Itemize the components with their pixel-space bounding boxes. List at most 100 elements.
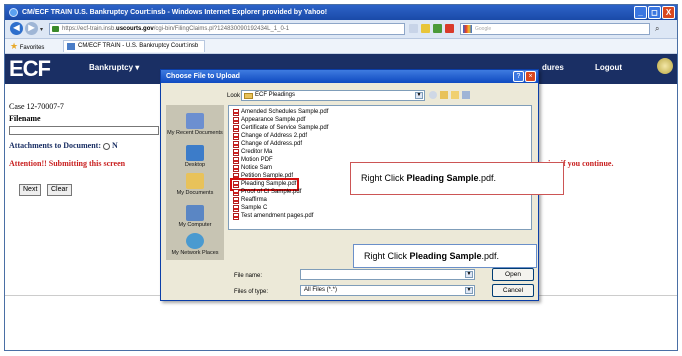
pdf-file-icon [233, 109, 239, 116]
pdf-file-icon [233, 189, 239, 196]
pdf-file-icon [233, 157, 239, 164]
places-bar: My Recent Documents Desktop My Documents… [166, 105, 224, 260]
pdf-file-icon [233, 213, 239, 220]
callout-suffix: .pdf. [481, 251, 500, 261]
lock-status-icon[interactable] [421, 24, 430, 33]
ecf-logo: ECF [9, 56, 51, 81]
menu-logout[interactable]: Logout [595, 63, 622, 72]
file-item[interactable]: Motion PDF [233, 157, 273, 164]
search-placeholder: Google [475, 26, 492, 32]
ie-icon [9, 8, 18, 17]
file-name-input[interactable]: ▼ [300, 269, 475, 280]
file-name: Proof of Cl Sample.pdf [241, 189, 302, 195]
menu-procedures[interactable]: dures [542, 63, 564, 72]
stop-icon[interactable] [445, 24, 454, 33]
place-my-computer[interactable]: My Computer [166, 205, 224, 228]
forward-button[interactable]: ▶ [25, 22, 38, 35]
dialog-toolbar [429, 91, 470, 99]
url-domain: uscourts.gov [116, 26, 154, 32]
file-name: Test amendment pages.pdf [241, 213, 314, 219]
file-item[interactable]: Amended Schedules Sample.pdf [233, 109, 328, 116]
maximize-button[interactable]: ◻ [648, 6, 661, 19]
address-icons [409, 24, 454, 33]
desktop-icon [186, 145, 204, 161]
file-name: Petition Sample.pdf [241, 173, 294, 179]
url-field[interactable]: https://ecf-train.insb.uscourts.gov/cgi-… [49, 23, 405, 35]
look-in-value: ECF Pleadings [255, 92, 296, 98]
file-item[interactable]: Certificate of Service Sample.pdf [233, 125, 328, 132]
filename-field[interactable] [9, 126, 159, 135]
file-name: Reaffirma [241, 197, 267, 203]
file-item[interactable]: Sample C [233, 205, 267, 212]
pdf-file-icon [233, 165, 239, 172]
next-button[interactable]: Next [19, 184, 42, 196]
file-item[interactable]: Proof of Cl Sample.pdf [233, 189, 301, 196]
menu-bankruptcy[interactable]: Bankruptcy ▾ [89, 63, 139, 72]
folder-icon [244, 93, 253, 99]
file-item[interactable]: Change of Address 2.pdf [233, 133, 307, 140]
address-bar: ◀ ▶ ▾ https://ecf-train.insb.uscourts.go… [5, 20, 677, 39]
dialog-title: Choose File to Upload [161, 70, 538, 83]
file-item[interactable]: Creditor Ma [233, 149, 272, 156]
pdf-file-icon [233, 117, 239, 124]
views-icon[interactable] [462, 91, 470, 99]
attachments-radio[interactable] [102, 142, 110, 150]
chevron-down-icon[interactable]: ▼ [415, 92, 423, 99]
url-prefix: https://ecf-train.insb. [62, 26, 117, 32]
file-item[interactable]: Appearance Sample.pdf [233, 117, 305, 124]
place-label: My Network Places [171, 250, 219, 256]
clear-button[interactable]: Clear [47, 184, 72, 196]
tab-label: CM/ECF TRAIN - U.S. Bankruptcy Court:ins… [78, 43, 199, 49]
files-of-type-select[interactable]: All Files (*.*) ▼ [300, 285, 475, 296]
file-name: Creditor Ma [241, 149, 273, 155]
file-name: Amended Schedules Sample.pdf [241, 109, 329, 115]
window-titlebar: CM/ECF TRAIN U.S. Bankruptcy Court:insb … [5, 5, 677, 20]
chevron-down-icon[interactable]: ▼ [465, 271, 473, 278]
file-item[interactable]: Petition Sample.pdf [233, 173, 293, 180]
callout-prefix: Right Click [361, 173, 407, 183]
instruction-callout: Right Click Pleading Sample.pdf. [350, 162, 564, 195]
place-recent[interactable]: My Recent Documents [166, 113, 224, 136]
dialog-help-button[interactable]: ? [513, 71, 524, 82]
file-item[interactable]: Notice Sam [233, 165, 272, 172]
url-rest: /cgi-bin/FilingClaims.pl?124830090192434… [153, 26, 290, 32]
instruction-callout-secondary: Right Click Pleading Sample.pdf. [353, 244, 537, 268]
file-name: Change of Address 2.pdf [241, 133, 308, 139]
look-in-select[interactable]: ECF Pleadings ▼ [241, 90, 425, 101]
pdf-file-icon [233, 181, 239, 188]
lock-icon [52, 26, 59, 32]
my-documents-icon [186, 173, 204, 189]
close-button[interactable]: X [662, 6, 675, 19]
chevron-down-icon[interactable] [409, 24, 418, 33]
search-icon[interactable]: ⌕ [655, 24, 659, 34]
minimize-button[interactable]: _ [634, 6, 647, 19]
file-item[interactable]: Test amendment pages.pdf [233, 213, 313, 220]
file-item-selected[interactable]: Pleading Sample.pdf [229, 178, 300, 191]
browser-tab[interactable]: CM/ECF TRAIN - U.S. Bankruptcy Court:ins… [63, 40, 206, 52]
attachments-row: Attachments to Document: N [9, 141, 118, 150]
file-name: Notice Sam [241, 165, 273, 171]
new-folder-icon[interactable] [451, 91, 459, 99]
file-item[interactable]: Reaffirma [233, 197, 267, 204]
file-item[interactable]: Change of Address.pdf [233, 141, 302, 148]
callout-bold: Pleading Sample [406, 173, 479, 183]
my-computer-icon [186, 205, 204, 221]
help-icon[interactable] [657, 58, 673, 74]
back-icon[interactable] [429, 91, 437, 99]
favorites-button[interactable]: ★ Favorites [10, 41, 44, 53]
place-desktop[interactable]: Desktop [166, 145, 224, 168]
refresh-icon[interactable] [433, 24, 442, 33]
up-folder-icon[interactable] [440, 91, 448, 99]
attachments-value: N [111, 141, 118, 150]
place-label: My Documents [176, 190, 214, 196]
dialog-close-button[interactable]: × [525, 71, 536, 82]
place-my-documents[interactable]: My Documents [166, 173, 224, 196]
search-input[interactable]: Google [460, 23, 650, 35]
chevron-down-icon[interactable]: ▾ [40, 26, 43, 33]
filename-label: Filename [9, 114, 41, 123]
cancel-button[interactable]: Cancel [492, 284, 534, 297]
place-network[interactable]: My Network Places [166, 233, 224, 256]
open-button[interactable]: Open [492, 268, 534, 281]
chevron-down-icon[interactable]: ▼ [465, 287, 473, 294]
back-button[interactable]: ◀ [10, 22, 23, 35]
